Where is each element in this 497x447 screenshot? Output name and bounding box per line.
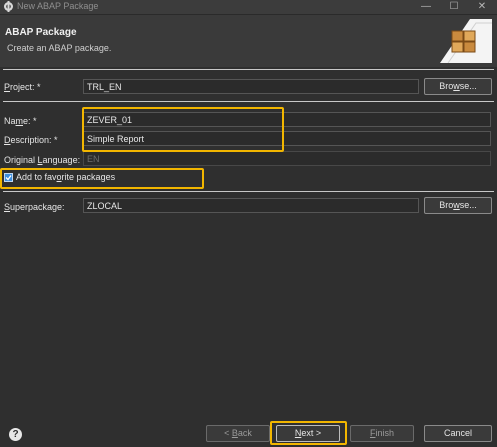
wizard-header: ABAP Package Create an ABAP package. <box>0 15 497 67</box>
maximize-button[interactable]: ☐ <box>440 0 468 14</box>
project-browse-button[interactable]: Browse... <box>424 78 492 95</box>
project-field[interactable]: TRL_EN <box>83 79 419 94</box>
description-label: Description: * <box>4 135 58 145</box>
separator <box>3 101 494 102</box>
package-banner-icon <box>440 19 492 63</box>
highlight-next <box>270 421 347 445</box>
close-button[interactable]: ✕ <box>468 0 496 14</box>
original-language-field: EN <box>83 151 491 166</box>
superpackage-field[interactable]: ZLOCAL <box>83 198 419 213</box>
separator <box>3 191 494 192</box>
highlight-name-description <box>82 107 284 152</box>
cancel-button[interactable]: Cancel <box>424 425 492 442</box>
project-label: Project: * <box>4 82 41 92</box>
wizard-title: ABAP Package <box>5 27 77 38</box>
finish-button: Finish <box>350 425 414 442</box>
help-icon[interactable]: ? <box>9 428 22 441</box>
superpackage-browse-button[interactable]: Browse... <box>424 197 492 214</box>
name-label: Name: * <box>4 116 37 126</box>
window-title: New ABAP Package <box>17 1 99 11</box>
superpackage-label: Superpackage: <box>4 202 65 212</box>
window-titlebar: New ABAP Package — ☐ ✕ <box>0 0 497 15</box>
separator <box>3 69 494 70</box>
minimize-button[interactable]: — <box>412 0 440 14</box>
eclipse-app-icon <box>4 1 13 12</box>
highlight-favorite <box>0 168 204 189</box>
original-language-label: Original Language: <box>4 155 81 165</box>
wizard-description: Create an ABAP package. <box>7 43 112 53</box>
back-button: < Back <box>206 425 270 442</box>
